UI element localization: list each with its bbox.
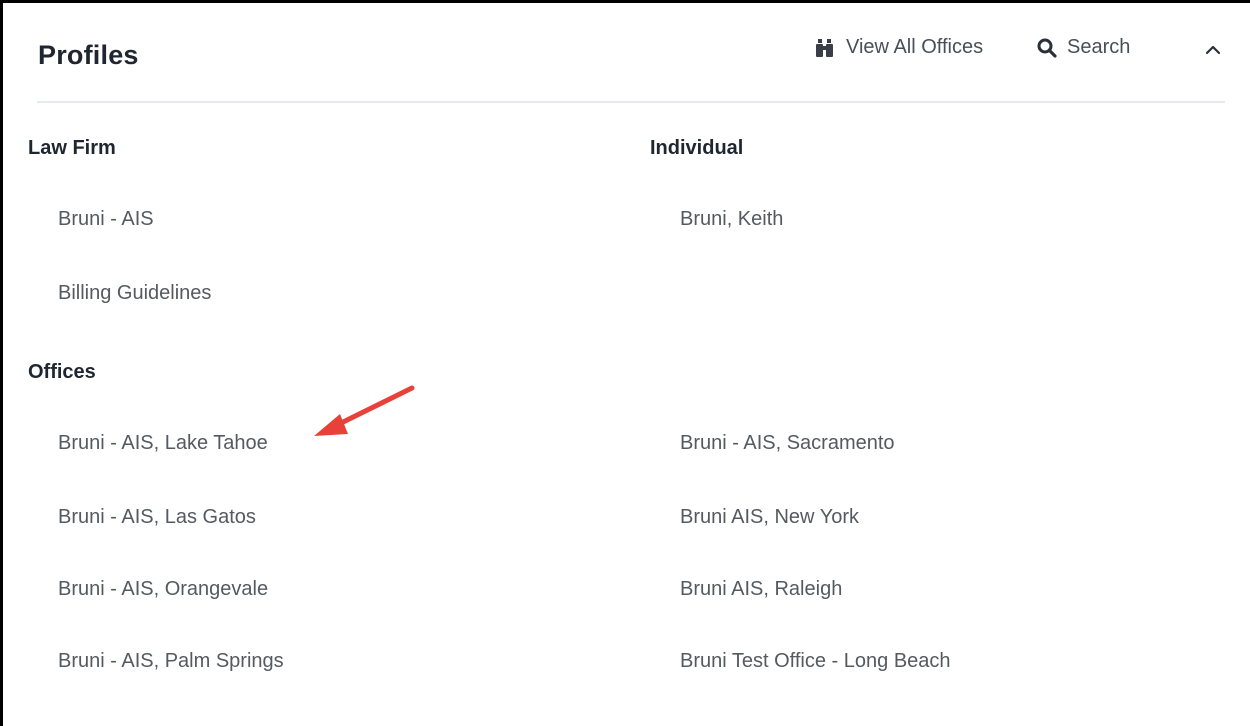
- office-item-right[interactable]: Bruni AIS, Raleigh: [680, 578, 842, 601]
- office-item-right[interactable]: Bruni - AIS, Sacramento: [680, 432, 895, 455]
- office-item-left[interactable]: Bruni - AIS, Palm Springs: [58, 650, 284, 673]
- office-item-left[interactable]: Bruni - AIS, Las Gatos: [58, 506, 256, 529]
- offices-heading: Offices: [28, 361, 96, 383]
- individual-heading: Individual: [650, 137, 744, 159]
- law-firm-item[interactable]: Bruni - AIS: [58, 208, 154, 231]
- law-firm-item[interactable]: Billing Guidelines: [58, 282, 211, 305]
- view-all-offices-label: View All Offices: [846, 36, 984, 58]
- search-button[interactable]: Search: [1037, 36, 1130, 59]
- page-frame: [0, 0, 1250, 726]
- page-title: Profiles: [38, 40, 139, 70]
- header-divider: [37, 101, 1225, 103]
- office-item-right[interactable]: Bruni AIS, New York: [680, 506, 859, 529]
- search-label: Search: [1067, 36, 1131, 58]
- individual-item[interactable]: Bruni, Keith: [680, 208, 783, 231]
- law-firm-heading: Law Firm: [28, 137, 116, 159]
- view-all-offices-link[interactable]: View All Offices: [816, 36, 983, 59]
- office-item-left[interactable]: Bruni - AIS, Lake Tahoe: [58, 432, 268, 455]
- annotation-arrow-icon: [314, 385, 415, 436]
- binoculars-icon: [816, 38, 833, 57]
- search-icon: [1037, 38, 1057, 58]
- office-item-left[interactable]: Bruni - AIS, Orangevale: [58, 578, 268, 601]
- chevron-up-icon[interactable]: [1203, 40, 1223, 60]
- office-item-right[interactable]: Bruni Test Office - Long Beach: [680, 650, 951, 673]
